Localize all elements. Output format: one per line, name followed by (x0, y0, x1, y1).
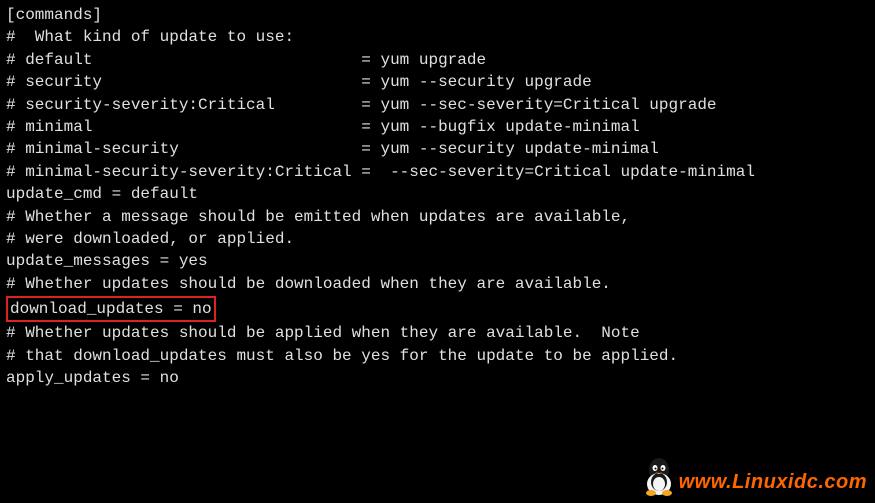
config-line: apply_updates = no (6, 367, 869, 389)
terminal-output: [commands] # What kind of update to use:… (6, 4, 869, 390)
tux-penguin-icon (641, 454, 677, 496)
watermark: www.Linuxidc.com (641, 454, 867, 496)
config-line: # security-severity:Critical = yum --sec… (6, 94, 869, 116)
highlighted-config-line: download_updates = no (6, 296, 216, 322)
config-line: [commands] (6, 4, 869, 26)
config-line: # that download_updates must also be yes… (6, 345, 869, 367)
config-line: # minimal-security-severity:Critical = -… (6, 161, 869, 183)
config-line: # default = yum upgrade (6, 49, 869, 71)
config-line: # Whether updates should be downloaded w… (6, 273, 869, 295)
config-line: # What kind of update to use: (6, 26, 869, 48)
watermark-text: www.Linuxidc.com (679, 468, 867, 496)
config-line: # were downloaded, or applied. (6, 228, 869, 250)
config-line: update_messages = yes (6, 250, 869, 272)
config-line: # Whether updates should be applied when… (6, 322, 869, 344)
config-line: # minimal = yum --bugfix update-minimal (6, 116, 869, 138)
config-line: # Whether a message should be emitted wh… (6, 206, 869, 228)
config-line: # minimal-security = yum --security upda… (6, 138, 869, 160)
config-line: update_cmd = default (6, 183, 869, 205)
config-line: # security = yum --security upgrade (6, 71, 869, 93)
